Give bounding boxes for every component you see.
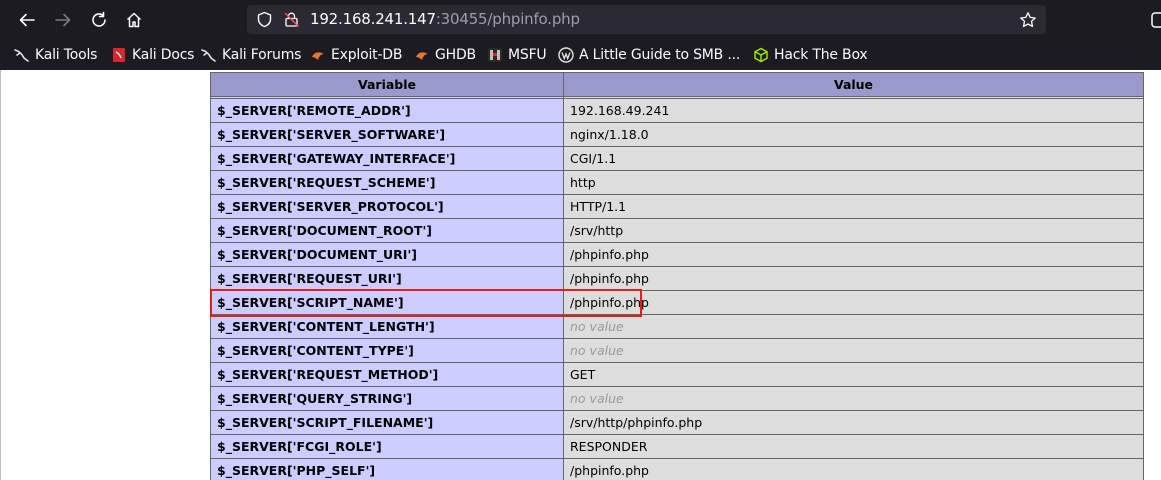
back-button[interactable] xyxy=(14,7,40,33)
table-row: $_SERVER['SCRIPT_FILENAME'] /srv/http/ph… xyxy=(210,410,1144,435)
value-cell: nginx/1.18.0 xyxy=(563,122,1144,147)
value-cell: /phpinfo.php xyxy=(563,290,1144,315)
variable-cell: $_SERVER['QUERY_STRING'] xyxy=(210,386,564,411)
msfu-icon xyxy=(487,47,503,63)
table-row: $_SERVER['CONTENT_TYPE'] no value xyxy=(210,338,1144,363)
table-row-highlighted: $_SERVER['DOCUMENT_ROOT'] /srv/http xyxy=(210,218,1144,243)
table-row: $_SERVER['REQUEST_SCHEME'] http xyxy=(210,170,1144,195)
value-cell: http xyxy=(563,170,1144,195)
value-cell: /srv/http/phpinfo.php xyxy=(563,410,1144,435)
bookmark-exploit-db[interactable]: Exploit-DB xyxy=(310,45,402,65)
address-bar[interactable]: 192.168.241.147:30455/phpinfo.php xyxy=(247,5,1046,34)
table-row: $_SERVER['DOCUMENT_URI'] /phpinfo.php xyxy=(210,242,1144,267)
bookmark-label: GHDB xyxy=(435,47,476,63)
bookmark-label: Kali Docs xyxy=(132,47,195,63)
bookmark-label: Hack The Box xyxy=(774,47,868,63)
header-value: Value xyxy=(563,72,1144,97)
table-row: $_SERVER['FCGI_ROLE'] RESPONDER xyxy=(210,434,1144,459)
bookmark-label: Kali Tools xyxy=(35,47,98,63)
forward-button[interactable] xyxy=(50,7,76,33)
kali-docs-icon xyxy=(111,47,127,63)
insecure-lock-icon[interactable] xyxy=(283,11,300,28)
variable-cell: $_SERVER['DOCUMENT_URI'] xyxy=(210,242,564,267)
bookmark-hack-the-box[interactable]: Hack The Box xyxy=(753,45,868,65)
bookmark-label: MSFU xyxy=(508,47,547,63)
home-button[interactable] xyxy=(121,7,147,33)
value-cell: 192.168.49.241 xyxy=(563,98,1144,123)
value-cell: RESPONDER xyxy=(563,434,1144,459)
table-row: $_SERVER['CONTENT_LENGTH'] no value xyxy=(210,314,1144,339)
bookmark-kali-docs[interactable]: Kali Docs xyxy=(111,45,194,65)
table-row: $_SERVER['REQUEST_URI'] /phpinfo.php xyxy=(210,266,1144,291)
url-host: 192.168.241.147 xyxy=(310,10,436,28)
table-row: $_SERVER['SERVER_PROTOCOL'] HTTP/1.1 xyxy=(210,194,1144,219)
value-cell: /phpinfo.php xyxy=(563,458,1144,480)
url-path: :30455/phpinfo.php xyxy=(435,10,580,28)
variable-cell: $_SERVER['PHP_SELF'] xyxy=(210,458,564,480)
home-icon xyxy=(126,12,142,28)
variable-cell: $_SERVER['SERVER_SOFTWARE'] xyxy=(210,122,564,147)
variable-cell: $_SERVER['REQUEST_URI'] xyxy=(210,266,564,291)
exploit-db-icon xyxy=(310,47,326,63)
wordpress-icon xyxy=(558,47,574,63)
bookmark-label: Exploit-DB xyxy=(331,47,403,63)
page-right-margin xyxy=(1144,70,1161,480)
url-text[interactable]: 192.168.241.147:30455/phpinfo.php xyxy=(310,10,580,28)
value-cell: no value xyxy=(563,314,1144,339)
variable-cell: $_SERVER['DOCUMENT_ROOT'] xyxy=(210,218,564,243)
value-cell: no value xyxy=(563,338,1144,363)
arrow-left-icon xyxy=(19,13,35,27)
bookmark-kali-tools[interactable]: Kali Tools xyxy=(14,45,97,65)
bookmark-ghdb[interactable]: GHDB xyxy=(414,45,476,65)
arrow-right-icon xyxy=(55,13,71,27)
value-cell: CGI/1.1 xyxy=(563,146,1144,171)
table-row: $_SERVER['GATEWAY_INTERFACE'] CGI/1.1 xyxy=(210,146,1144,171)
hack-the-box-icon xyxy=(753,47,769,63)
bookmark-label: A Little Guide to SMB ... xyxy=(579,47,741,63)
variable-cell: $_SERVER['SERVER_PROTOCOL'] xyxy=(210,194,564,219)
navigation-toolbar: 192.168.241.147:30455/phpinfo.php xyxy=(0,0,1161,39)
page-left-border xyxy=(0,70,1,480)
variable-cell: $_SERVER['CONTENT_LENGTH'] xyxy=(210,314,564,339)
variable-cell: $_SERVER['CONTENT_TYPE'] xyxy=(210,338,564,363)
value-cell: /phpinfo.php xyxy=(563,242,1144,267)
browser-window: 192.168.241.147:30455/phpinfo.php Kali T… xyxy=(0,0,1161,480)
ghdb-icon xyxy=(414,47,430,63)
kali-dragon-icon xyxy=(201,47,217,63)
table-row: $_SERVER['SERVER_SOFTWARE'] nginx/1.18.0 xyxy=(210,122,1144,147)
reload-button[interactable] xyxy=(86,7,112,33)
table-row: $_SERVER['QUERY_STRING'] no value xyxy=(210,386,1144,411)
variable-cell: $_SERVER['REQUEST_METHOD'] xyxy=(210,362,564,387)
extension-icon xyxy=(1151,12,1161,28)
highlight-box xyxy=(210,289,642,317)
extension-button[interactable] xyxy=(1146,7,1161,33)
bookmark-smb-guide[interactable]: A Little Guide to SMB ... xyxy=(558,45,740,65)
bookmark-kali-forums[interactable]: Kali Forums xyxy=(201,45,301,65)
variable-cell: $_SERVER['REMOTE_ADDR'] xyxy=(210,98,564,123)
variable-cell: $_SERVER['REQUEST_SCHEME'] xyxy=(210,170,564,195)
server-variables-table: Variable Value $_SERVER['REMOTE_ADDR'] 1… xyxy=(210,72,1144,480)
table-header-row: Variable Value xyxy=(210,72,1144,97)
variable-cell: $_SERVER['SCRIPT_FILENAME'] xyxy=(210,410,564,435)
table-row: $_SERVER['PHP_SELF'] /phpinfo.php xyxy=(210,458,1144,480)
variable-cell: $_SERVER['GATEWAY_INTERFACE'] xyxy=(210,146,564,171)
bookmarks-toolbar: Kali Tools Kali Docs Kali Forums Exploit… xyxy=(0,39,1161,70)
bookmark-star-icon[interactable] xyxy=(1019,11,1037,29)
variable-cell: $_SERVER['FCGI_ROLE'] xyxy=(210,434,564,459)
value-cell: /phpinfo.php xyxy=(563,266,1144,291)
table-row: $_SERVER['REMOTE_ADDR'] 192.168.49.241 xyxy=(210,98,1144,123)
value-cell: HTTP/1.1 xyxy=(563,194,1144,219)
kali-dragon-icon xyxy=(14,47,30,63)
shield-icon[interactable] xyxy=(256,11,273,28)
reload-icon xyxy=(92,11,106,27)
bookmark-label: Kali Forums xyxy=(222,47,302,63)
page-content[interactable]: Variable Value $_SERVER['REMOTE_ADDR'] 1… xyxy=(0,70,1161,480)
value-cell: no value xyxy=(563,386,1144,411)
value-cell: /srv/http xyxy=(563,218,1144,243)
header-variable: Variable xyxy=(210,72,564,97)
table-row: $_SERVER['REQUEST_METHOD'] GET xyxy=(210,362,1144,387)
value-cell: GET xyxy=(563,362,1144,387)
bookmark-msfu[interactable]: MSFU xyxy=(487,45,547,65)
